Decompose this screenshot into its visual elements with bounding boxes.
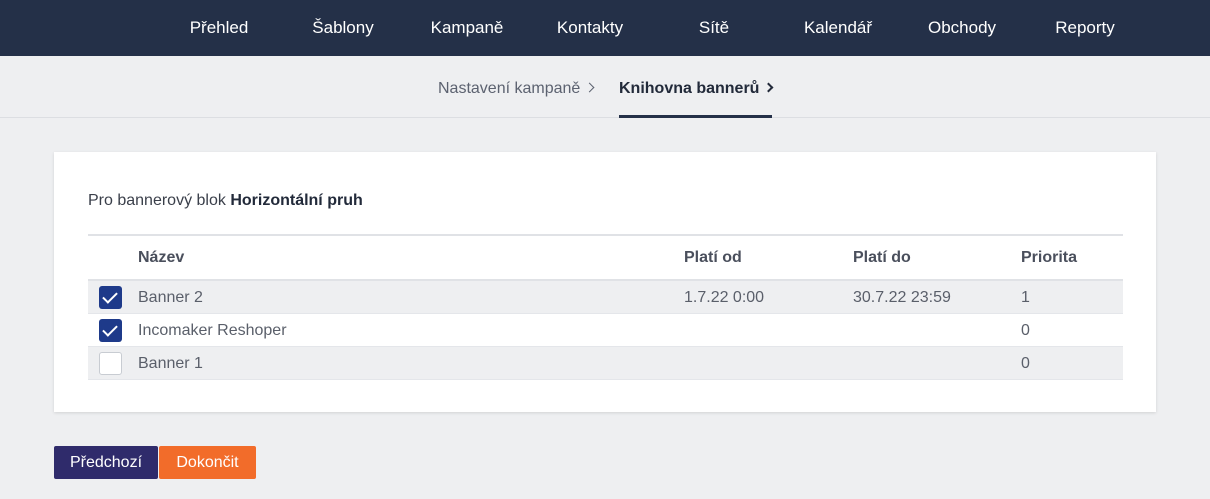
banner-priority: 1 (1021, 289, 1030, 306)
banner-name: Banner 2 (138, 289, 203, 306)
banner-name: Incomaker Reshoper (138, 322, 287, 339)
chevron-right-icon (764, 82, 774, 93)
chevron-right-icon (584, 82, 595, 93)
banner-priority: 0 (1021, 355, 1030, 372)
banner-valid-from: 1.7.22 0:00 (684, 289, 765, 306)
banner-valid-to: 30.7.22 23:59 (853, 289, 951, 306)
row-checkbox[interactable] (99, 286, 122, 309)
row-checkbox[interactable] (99, 352, 122, 375)
banner-name: Banner 1 (138, 355, 203, 372)
nav-item-kampane[interactable]: Kampaně (431, 0, 504, 56)
breadcrumb-step-label: Knihovna bannerů (619, 80, 760, 97)
table-row: Incomaker Reshoper 0 (88, 314, 1123, 347)
banner-block-description: Pro bannerový blok Horizontální pruh (88, 192, 363, 210)
banner-table: Název Platí od Platí do Priorita Banner … (88, 234, 1123, 380)
banner-block-prefix: Pro bannerový blok (88, 192, 226, 209)
breadcrumb: Nastavení kampaně Knihovna bannerů (0, 56, 1210, 118)
banner-library-card: Pro bannerový blok Horizontální pruh Náz… (54, 152, 1156, 412)
finish-button[interactable]: Dokončit (159, 446, 256, 479)
table-header: Název Platí od Platí do Priorita (88, 236, 1123, 281)
nav-item-kontakty[interactable]: Kontakty (557, 0, 623, 56)
nav-item-prehled[interactable]: Přehled (190, 0, 249, 56)
table-row: Banner 2 1.7.22 0:00 30.7.22 23:59 1 (88, 281, 1123, 314)
breadcrumb-step-campaign-settings[interactable]: Nastavení kampaně (438, 56, 595, 118)
nav-item-site[interactable]: Sítě (699, 0, 729, 56)
banner-block-name: Horizontální pruh (230, 192, 363, 209)
top-navigation: Přehled Šablony Kampaně Kontakty Sítě Ka… (0, 0, 1210, 56)
nav-item-sablony[interactable]: Šablony (312, 0, 373, 56)
breadcrumb-step-banner-library[interactable]: Knihovna bannerů (619, 56, 774, 118)
column-header-priority[interactable]: Priorita (1021, 236, 1077, 280)
nav-item-kalendar[interactable]: Kalendář (804, 0, 872, 56)
column-header-valid-from[interactable]: Platí od (684, 236, 742, 280)
breadcrumb-step-label: Nastavení kampaně (438, 80, 581, 97)
row-checkbox[interactable] (99, 319, 122, 342)
previous-button[interactable]: Předchozí (54, 446, 158, 479)
table-row: Banner 1 0 (88, 347, 1123, 380)
banner-priority: 0 (1021, 322, 1030, 339)
column-header-valid-to[interactable]: Platí do (853, 236, 911, 280)
nav-item-obchody[interactable]: Obchody (928, 0, 996, 56)
nav-item-reporty[interactable]: Reporty (1055, 0, 1115, 56)
column-header-name[interactable]: Název (138, 236, 184, 280)
